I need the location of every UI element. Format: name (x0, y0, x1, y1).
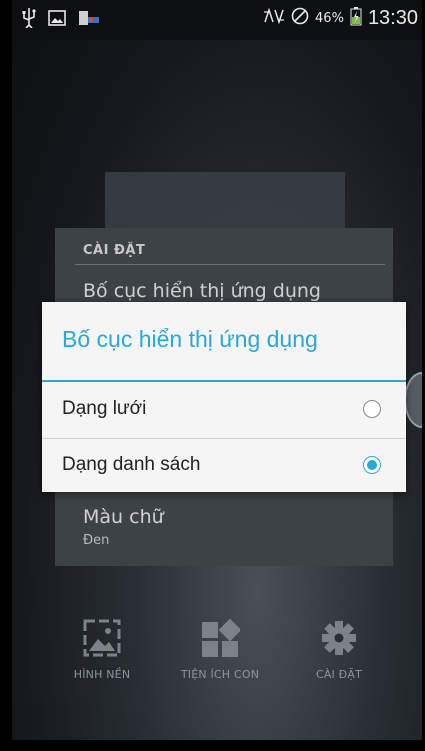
dock-widgets[interactable]: TIỆN ÍCH CON (175, 618, 265, 681)
status-right-icons: 46% 13:30 (263, 6, 418, 30)
settings-panel-header: CÀI ĐẶT (83, 243, 146, 258)
settings-panel-divider (75, 264, 385, 265)
status-time: 13:30 (367, 6, 418, 29)
radio-grid[interactable] (363, 400, 381, 418)
radio-list[interactable] (363, 456, 381, 474)
image-icon (48, 10, 66, 30)
settings-item-text-color-value: Đen (83, 533, 110, 548)
usb-icon (22, 8, 36, 32)
notification-icon (78, 9, 100, 31)
dock-wallpaper-label: HÌNH NỀN (73, 668, 131, 681)
battery-percent: 46% (315, 10, 344, 26)
status-bar: 46% 13:30 (12, 0, 422, 40)
option-grid[interactable]: Dạng lưới (42, 382, 406, 438)
dock-settings-label: CÀI ĐẶT (315, 668, 363, 681)
option-list[interactable]: Dạng danh sách (42, 438, 406, 494)
settings-item-app-layout[interactable]: Bố cục hiển thị ứng dụng (83, 280, 321, 302)
app-layout-dialog: Bố cục hiển thị ứng dụng Dạng lưới Dạng … (42, 302, 406, 492)
dock-wallpaper[interactable]: HÌNH NỀN (57, 618, 147, 681)
option-list-label: Dạng danh sách (62, 454, 201, 475)
wallpaper-icon (57, 618, 147, 662)
dialog-title: Bố cục hiển thị ứng dụng (62, 326, 318, 352)
settings-item-text-color[interactable]: Màu chữ (83, 506, 164, 528)
dock-settings[interactable]: CÀI ĐẶT (294, 618, 384, 681)
launcher-screen: 46% 13:30 CÀI ĐẶT Bố cục hiển thị ứng dụ… (12, 0, 422, 740)
dnd-icon (291, 7, 309, 29)
option-grid-label: Dạng lưới (62, 398, 147, 419)
nfc-icon (263, 7, 285, 28)
status-left-icons (22, 8, 100, 32)
battery-charging-icon (350, 6, 362, 30)
settings-gear-icon (294, 618, 384, 662)
edge-handle[interactable] (404, 372, 422, 428)
dock-widgets-label: TIỆN ÍCH CON (180, 668, 260, 681)
widgets-icon (175, 618, 265, 662)
